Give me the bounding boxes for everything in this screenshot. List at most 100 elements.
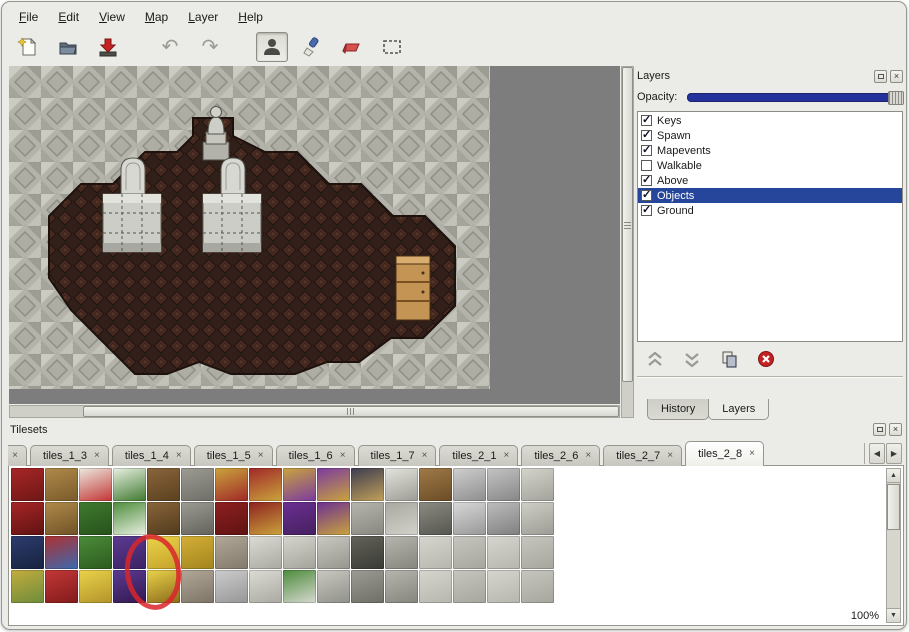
layer-row-objects[interactable]: ✓Objects [638,188,902,203]
scroll-tabs-right-icon[interactable]: ▶ [886,443,902,464]
tileset-tab-tiles_1_3[interactable]: tiles_1_3× [30,445,109,466]
scroll-down-icon[interactable]: ▼ [887,608,900,622]
tileset-tile[interactable] [351,536,384,569]
layer-visibility-checkbox[interactable]: ✓ [641,205,652,216]
tileset-tile[interactable] [453,468,486,501]
tileset-scrollbar-thumb[interactable] [887,484,900,530]
tileset-tile[interactable] [487,502,520,535]
layer-visibility-checkbox[interactable]: ✓ [641,190,652,201]
tileset-tile[interactable] [521,468,554,501]
layer-visibility-checkbox[interactable]: ✓ [641,145,652,156]
tileset-tile[interactable] [317,570,350,603]
tileset-tile[interactable] [351,468,384,501]
tileset-tile[interactable] [181,536,214,569]
tileset-tab-tiles_2_6[interactable]: tiles_2_6× [521,445,600,466]
opacity-slider-handle[interactable] [888,91,904,105]
tileset-tab-tiles_2_1[interactable]: tiles_2_1× [439,445,518,466]
tileset-tile[interactable] [521,502,554,535]
tab-close-icon[interactable]: × [12,451,18,461]
tileset-tile[interactable] [453,536,486,569]
tileset-tile[interactable] [385,468,418,501]
fill-tool-button[interactable] [296,32,328,62]
tab-close-icon[interactable]: × [340,451,346,461]
tileset-tile[interactable] [79,570,112,603]
tileset-tile[interactable] [351,502,384,535]
stamp-tool-button[interactable] [256,32,288,62]
tileset-tile[interactable] [317,502,350,535]
tab-close-icon[interactable]: × [585,451,591,461]
layer-down-button[interactable] [682,349,702,369]
layer-visibility-checkbox[interactable]: ✓ [641,115,652,126]
tileset-tile[interactable] [385,536,418,569]
scroll-up-icon[interactable]: ▲ [887,469,900,483]
menu-view[interactable]: View [90,7,134,27]
tileset-tile[interactable] [317,468,350,501]
tileset-scrollbar[interactable]: ▲ ▼ [886,468,901,623]
tileset-tile[interactable] [113,468,146,501]
layer-duplicate-button[interactable] [719,349,739,369]
tab-close-icon[interactable]: × [176,451,182,461]
undo-button[interactable]: ↶ [154,32,186,62]
tileset-tile[interactable] [147,502,180,535]
tileset-tile[interactable] [249,468,282,501]
layer-row-mapevents[interactable]: ✓Mapevents [638,143,902,158]
layer-row-spawn[interactable]: ✓Spawn [638,128,902,143]
select-tool-button[interactable] [376,32,408,62]
map-vscrollbar-thumb[interactable] [622,67,633,382]
opacity-slider[interactable] [687,93,903,102]
tileset-tab-tiles_1_4[interactable]: tiles_1_4× [112,445,191,466]
tileset-tile[interactable] [45,468,78,501]
layer-visibility-checkbox[interactable]: ✓ [641,175,652,186]
float-panel-icon[interactable] [874,70,887,83]
menu-help[interactable]: Help [229,7,272,27]
tileset-tile[interactable] [283,502,316,535]
tileset-tile[interactable] [487,468,520,501]
layer-visibility-checkbox[interactable] [641,160,652,171]
tileset-tile[interactable] [249,536,282,569]
menu-layer[interactable]: Layer [179,7,227,27]
tileset-tile[interactable] [249,502,282,535]
tab-layers[interactable]: Layers [708,399,769,420]
new-file-button[interactable] [12,32,44,62]
layer-delete-button[interactable] [756,349,776,369]
tileset-tile[interactable] [487,536,520,569]
float-panel-icon[interactable] [873,423,886,436]
tab-close-icon[interactable]: × [749,449,755,459]
tileset-tile[interactable] [45,570,78,603]
tab-close-icon[interactable]: × [94,451,100,461]
tileset-tile[interactable] [215,502,248,535]
map-hscrollbar-thumb[interactable] [83,406,619,417]
menu-file[interactable]: File [10,7,47,27]
tileset-tile[interactable] [419,468,452,501]
menu-map[interactable]: Map [136,7,177,27]
map-hscrollbar[interactable] [9,405,620,418]
tileset-tile[interactable] [181,468,214,501]
save-button[interactable] [92,32,124,62]
scroll-tabs-left-icon[interactable]: ◀ [869,443,885,464]
layer-row-ground[interactable]: ✓Ground [638,203,902,218]
eraser-tool-button[interactable] [336,32,368,62]
layer-row-keys[interactable]: ✓Keys [638,113,902,128]
layer-visibility-checkbox[interactable]: ✓ [641,130,652,141]
tileset-tile[interactable] [419,536,452,569]
tileset-tile[interactable] [147,468,180,501]
open-file-button[interactable] [52,32,84,62]
tileset-tile[interactable] [283,570,316,603]
tileset-tile[interactable] [385,502,418,535]
tileset-tab-5[interactable]: 5× [8,445,27,466]
close-panel-icon[interactable]: × [890,70,903,83]
layer-row-walkable[interactable]: Walkable [638,158,902,173]
tileset-tile[interactable] [521,570,554,603]
tileset-tab-tiles_1_6[interactable]: tiles_1_6× [276,445,355,466]
tab-close-icon[interactable]: × [667,451,673,461]
tileset-tile[interactable] [79,536,112,569]
tileset-tile[interactable] [11,570,44,603]
tileset-tile[interactable] [283,536,316,569]
tileset-tile[interactable] [113,502,146,535]
tileset-tab-tiles_1_7[interactable]: tiles_1_7× [358,445,437,466]
tileset-tile[interactable] [215,536,248,569]
tileset-tile[interactable] [45,536,78,569]
tileset-tab-tiles_2_7[interactable]: tiles_2_7× [603,445,682,466]
tileset-tile[interactable] [419,502,452,535]
layer-row-above[interactable]: ✓Above [638,173,902,188]
